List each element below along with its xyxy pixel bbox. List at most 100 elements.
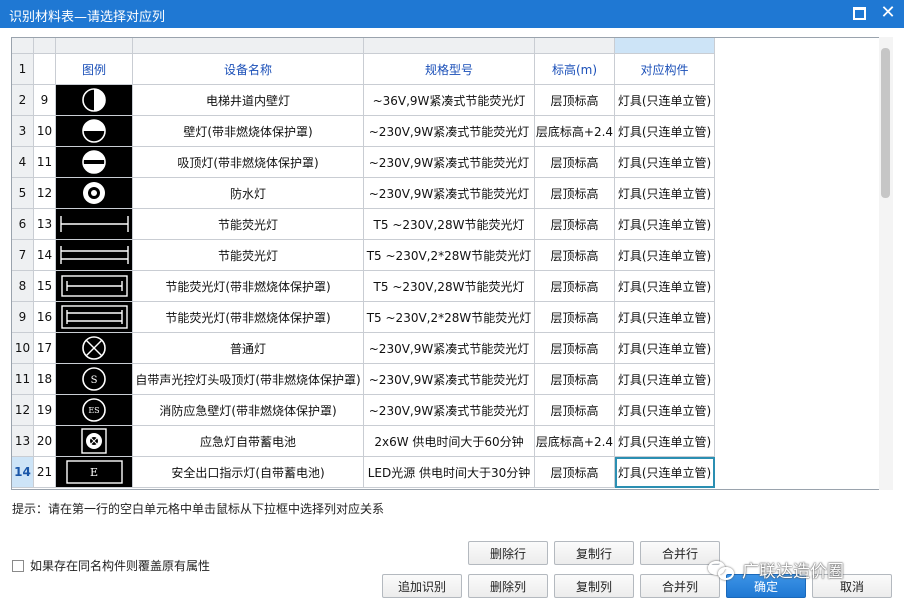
seq-header-cell[interactable] <box>34 54 56 85</box>
component-cell[interactable]: 灯具(只连单立管) <box>615 209 715 240</box>
elevation-cell[interactable]: 层顶标高 <box>535 271 615 302</box>
row-number-cell[interactable]: 11 <box>12 364 34 395</box>
legend-cell[interactable] <box>56 85 133 116</box>
close-icon[interactable]: ✕ <box>878 3 898 23</box>
delete-row-button[interactable]: 删除行 <box>468 541 548 565</box>
seq-cell[interactable]: 11 <box>34 147 56 178</box>
spec-model-cell[interactable]: ~230V,9W紧凑式节能荧光灯 <box>364 333 535 364</box>
column-header-cell[interactable] <box>56 38 133 54</box>
seq-cell[interactable]: 16 <box>34 302 56 333</box>
legend-cell[interactable]: E <box>56 457 133 488</box>
column-header-cell[interactable] <box>615 38 715 54</box>
elevation-cell[interactable]: 层顶标高 <box>535 147 615 178</box>
spec-model-cell[interactable]: T5 ~230V,28W节能荧光灯 <box>364 271 535 302</box>
spec-model-cell[interactable]: ~36V,9W紧凑式节能荧光灯 <box>364 85 535 116</box>
device-name-cell[interactable]: 应急灯自带蓄电池 <box>133 426 364 457</box>
component-cell[interactable]: 灯具(只连单立管) <box>615 333 715 364</box>
device-name-header-cell[interactable]: 设备名称 <box>133 54 364 85</box>
row-number-cell[interactable]: 7 <box>12 240 34 271</box>
spec-model-cell[interactable]: ~230V,9W紧凑式节能荧光灯 <box>364 116 535 147</box>
elevation-header-cell[interactable]: 标高(m) <box>535 54 615 85</box>
device-name-cell[interactable]: 安全出口指示灯(自带蓄电池) <box>133 457 364 488</box>
elevation-cell[interactable]: 层顶标高 <box>535 240 615 271</box>
device-name-cell[interactable]: 消防应急壁灯(带非燃烧体保护罩) <box>133 395 364 426</box>
legend-cell[interactable] <box>56 147 133 178</box>
column-header-cell[interactable] <box>535 38 615 54</box>
component-cell[interactable]: 灯具(只连单立管) <box>615 302 715 333</box>
component-cell[interactable]: 灯具(只连单立管) <box>615 364 715 395</box>
scrollbar-thumb[interactable] <box>881 48 890 198</box>
seq-cell[interactable]: 21 <box>34 457 56 488</box>
seq-cell[interactable]: 17 <box>34 333 56 364</box>
legend-cell[interactable] <box>56 178 133 209</box>
row-number-cell[interactable]: 6 <box>12 209 34 240</box>
elevation-cell[interactable]: 层底标高+2.4 <box>535 426 615 457</box>
column-header-cell[interactable] <box>12 38 34 54</box>
elevation-cell[interactable]: 层顶标高 <box>535 395 615 426</box>
component-header-cell[interactable]: 对应构件 <box>615 54 715 85</box>
row-number-cell[interactable]: 1 <box>12 54 34 85</box>
legend-cell[interactable]: ES <box>56 395 133 426</box>
legend-cell[interactable] <box>56 333 133 364</box>
spec-model-cell[interactable]: ~230V,9W紧凑式节能荧光灯 <box>364 178 535 209</box>
maximize-icon[interactable] <box>853 7 866 20</box>
overwrite-checkbox[interactable] <box>12 559 24 572</box>
seq-cell[interactable]: 19 <box>34 395 56 426</box>
component-cell[interactable]: 灯具(只连单立管) <box>615 178 715 209</box>
row-number-cell[interactable]: 4 <box>12 147 34 178</box>
legend-header-cell[interactable]: 图例 <box>56 54 133 85</box>
device-name-cell[interactable]: 防水灯 <box>133 178 364 209</box>
row-number-cell[interactable]: 12 <box>12 395 34 426</box>
elevation-cell[interactable]: 层底标高+2.4 <box>535 116 615 147</box>
spec-model-cell[interactable]: ~230V,9W紧凑式节能荧光灯 <box>364 147 535 178</box>
spec-model-cell[interactable]: T5 ~230V,2*28W节能荧光灯 <box>364 302 535 333</box>
device-name-cell[interactable]: 普通灯 <box>133 333 364 364</box>
row-number-cell[interactable]: 8 <box>12 271 34 302</box>
column-header-cell[interactable] <box>133 38 364 54</box>
device-name-cell[interactable]: 电梯井道内壁灯 <box>133 85 364 116</box>
spec-model-cell[interactable]: ~230V,9W紧凑式节能荧光灯 <box>364 364 535 395</box>
legend-cell[interactable] <box>56 209 133 240</box>
spec-model-cell[interactable]: 2x6W 供电时间大于60分钟 <box>364 426 535 457</box>
device-name-cell[interactable]: 节能荧光灯(带非燃烧体保护罩) <box>133 271 364 302</box>
copy-column-button[interactable]: 复制列 <box>554 574 634 598</box>
legend-cell[interactable] <box>56 116 133 147</box>
device-name-cell[interactable]: 节能荧光灯 <box>133 240 364 271</box>
component-cell[interactable]: 灯具(只连单立管) <box>615 85 715 116</box>
elevation-cell[interactable]: 层顶标高 <box>535 302 615 333</box>
spec-model-cell[interactable]: T5 ~230V,2*28W节能荧光灯 <box>364 240 535 271</box>
legend-cell[interactable]: S <box>56 364 133 395</box>
delete-column-button[interactable]: 删除列 <box>468 574 548 598</box>
component-cell[interactable]: 灯具(只连单立管) <box>615 240 715 271</box>
seq-cell[interactable]: 20 <box>34 426 56 457</box>
elevation-cell[interactable]: 层顶标高 <box>535 209 615 240</box>
seq-cell[interactable]: 18 <box>34 364 56 395</box>
device-name-cell[interactable]: 壁灯(带非燃烧体保护罩) <box>133 116 364 147</box>
seq-cell[interactable]: 9 <box>34 85 56 116</box>
elevation-cell[interactable]: 层顶标高 <box>535 85 615 116</box>
legend-cell[interactable] <box>56 426 133 457</box>
device-name-cell[interactable]: 节能荧光灯 <box>133 209 364 240</box>
component-cell[interactable]: 灯具(只连单立管) <box>615 457 715 488</box>
row-number-cell[interactable]: 3 <box>12 116 34 147</box>
spec-model-cell[interactable]: LED光源 供电时间大于30分钟 <box>364 457 535 488</box>
device-name-cell[interactable]: 吸顶灯(带非燃烧体保护罩) <box>133 147 364 178</box>
component-cell[interactable]: 灯具(只连单立管) <box>615 147 715 178</box>
seq-cell[interactable]: 14 <box>34 240 56 271</box>
spec-model-header-cell[interactable]: 规格型号 <box>364 54 535 85</box>
row-number-cell[interactable]: 9 <box>12 302 34 333</box>
seq-cell[interactable]: 12 <box>34 178 56 209</box>
column-header-cell[interactable] <box>364 38 535 54</box>
column-header-cell[interactable] <box>34 38 56 54</box>
component-cell[interactable]: 灯具(只连单立管) <box>615 116 715 147</box>
copy-row-button[interactable]: 复制行 <box>554 541 634 565</box>
legend-cell[interactable] <box>56 302 133 333</box>
elevation-cell[interactable]: 层顶标高 <box>535 364 615 395</box>
seq-cell[interactable]: 10 <box>34 116 56 147</box>
elevation-cell[interactable]: 层顶标高 <box>535 333 615 364</box>
legend-cell[interactable] <box>56 240 133 271</box>
elevation-cell[interactable]: 层顶标高 <box>535 457 615 488</box>
row-number-cell[interactable]: 13 <box>12 426 34 457</box>
overwrite-option[interactable]: 如果存在同名构件则覆盖原有属性 <box>12 557 210 574</box>
device-name-cell[interactable]: 自带声光控灯头吸顶灯(带非燃烧体保护罩) <box>133 364 364 395</box>
